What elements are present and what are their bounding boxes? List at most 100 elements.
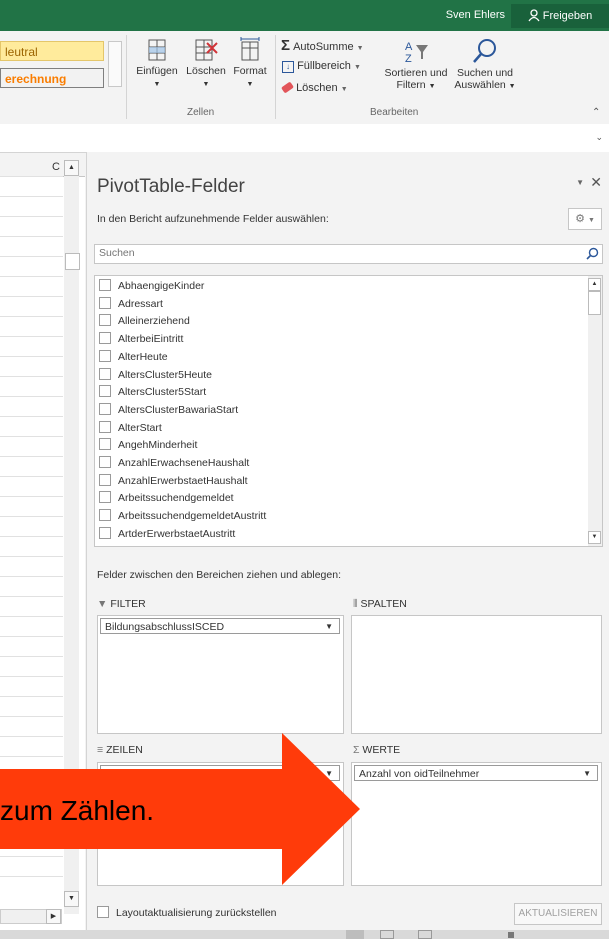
pane-subtitle: In den Bericht aufzunehmende Felder ausw… bbox=[97, 213, 329, 225]
checkbox-icon[interactable] bbox=[99, 438, 111, 451]
page-layout-icon[interactable] bbox=[380, 930, 394, 939]
field-item[interactable]: ArbeitssuchendgemeldetAustritt bbox=[99, 508, 266, 525]
field-item[interactable]: Alleinerziehend bbox=[99, 313, 190, 330]
checkbox-icon[interactable] bbox=[99, 332, 111, 345]
scroll-right-icon[interactable]: ▶ bbox=[46, 909, 61, 924]
grid-line bbox=[0, 236, 63, 237]
scroll-up-icon[interactable]: ▲ bbox=[64, 160, 79, 176]
checkbox-icon[interactable] bbox=[99, 420, 111, 433]
values-item[interactable]: Anzahl von oidTeilnehmer ▼ bbox=[354, 765, 598, 781]
format-button[interactable]: Format ▼ bbox=[228, 37, 272, 89]
scroll-down-icon[interactable]: ▼ bbox=[64, 891, 79, 907]
page-break-icon[interactable] bbox=[418, 930, 432, 939]
checkbox-icon[interactable] bbox=[99, 509, 111, 522]
find-select-button[interactable]: Suchen und Auswählen ▼ bbox=[452, 37, 518, 91]
checkbox-icon[interactable] bbox=[99, 314, 111, 327]
field-item[interactable]: Arbeitssuchendgemeldet bbox=[99, 490, 234, 507]
checkbox-icon[interactable] bbox=[99, 296, 111, 309]
share-button[interactable]: Freigeben bbox=[511, 4, 609, 28]
field-item-label: AlterbeiEintritt bbox=[118, 333, 184, 346]
chevron-down-icon[interactable]: ▼ bbox=[325, 619, 333, 635]
checkbox-icon[interactable] bbox=[99, 456, 111, 468]
field-item[interactable]: AnzahlErwerbstaetHaushalt bbox=[99, 473, 248, 490]
grid-line bbox=[0, 376, 63, 377]
field-item[interactable]: AltersCluster5Start bbox=[99, 384, 206, 401]
checkbox-icon[interactable] bbox=[99, 279, 111, 291]
field-item[interactable]: AltersClusterBawariaStart bbox=[99, 402, 238, 419]
fill-down-icon: ↓ bbox=[282, 61, 294, 73]
grid-line bbox=[0, 336, 63, 337]
person-icon bbox=[528, 9, 540, 22]
grid-line bbox=[0, 456, 63, 457]
chevron-down-icon[interactable]: ▼ bbox=[583, 766, 591, 782]
style-neutral[interactable]: leutral bbox=[0, 41, 104, 61]
checkbox-icon[interactable] bbox=[99, 349, 111, 362]
values-item-label: Anzahl von oidTeilnehmer bbox=[359, 768, 480, 780]
scroll-thumb[interactable] bbox=[65, 253, 80, 270]
checkbox-icon[interactable] bbox=[99, 385, 111, 398]
checkbox-icon[interactable] bbox=[99, 491, 111, 504]
grid-line bbox=[0, 476, 63, 477]
user-name[interactable]: Sven Ehlers bbox=[446, 9, 505, 21]
ribbon: leutral erechnung Einfügen ▼ Löschen ▼ For… bbox=[0, 31, 609, 125]
grid-line bbox=[0, 416, 63, 417]
tools-button[interactable]: ⚙ ▼ bbox=[568, 208, 602, 230]
columns-area[interactable] bbox=[351, 615, 602, 734]
values-area-header: Σ WERTE bbox=[353, 744, 400, 756]
checkbox-icon[interactable] bbox=[99, 367, 111, 380]
field-item[interactable]: AnzahlErwachseneHaushalt bbox=[99, 455, 249, 472]
grid-line bbox=[0, 436, 63, 437]
grid-line bbox=[0, 276, 63, 277]
normal-view-icon[interactable] bbox=[346, 930, 364, 939]
checkbox-icon[interactable] bbox=[99, 473, 111, 486]
clear-label: Löschen bbox=[296, 82, 338, 94]
field-item[interactable]: AngehMinderheit bbox=[99, 437, 197, 454]
search-input[interactable] bbox=[95, 245, 573, 261]
formula-bar[interactable]: ⌄ bbox=[0, 124, 609, 153]
field-item[interactable]: AlterStart bbox=[99, 420, 162, 437]
field-item-label: AbhaengigeKinder bbox=[118, 280, 205, 292]
svg-text:Z: Z bbox=[405, 53, 412, 65]
grid-line bbox=[0, 356, 63, 357]
fill-button[interactable]: ↓ Füllbereich ▼ bbox=[282, 60, 361, 73]
filter-icon: ▼ bbox=[97, 598, 108, 610]
columns-label: SPALTEN bbox=[360, 598, 407, 610]
search-box[interactable] bbox=[94, 244, 603, 264]
update-button[interactable]: AKTUALISIEREN bbox=[514, 903, 602, 925]
pane-options-icon[interactable]: ▼ bbox=[576, 178, 584, 187]
grid-line bbox=[0, 656, 63, 657]
insert-cells-icon bbox=[148, 39, 166, 61]
field-item-label: AnzahlErwerbstaetHaushalt bbox=[118, 474, 248, 487]
field-item[interactable]: AbhaengigeKinder bbox=[99, 278, 204, 295]
field-item[interactable]: AltersCluster5Heute bbox=[99, 367, 212, 384]
scroll-down-icon[interactable]: ▼ bbox=[588, 531, 601, 544]
divider bbox=[126, 35, 127, 119]
expand-formula-icon[interactable]: ⌄ bbox=[595, 132, 603, 143]
autosum-button[interactable]: Σ AutoSumme ▼ bbox=[281, 37, 364, 54]
filter-item[interactable]: BildungsabschlussISCED ▼ bbox=[100, 618, 340, 634]
search-icon bbox=[473, 39, 496, 63]
close-icon[interactable]: ✕ bbox=[590, 174, 602, 191]
clear-button[interactable]: Löschen ▼ bbox=[280, 81, 348, 94]
styles-scroll[interactable] bbox=[108, 41, 122, 87]
column-header-c[interactable]: C bbox=[52, 161, 60, 173]
search-icon[interactable] bbox=[586, 247, 599, 260]
checkbox-icon[interactable] bbox=[99, 402, 111, 415]
checkbox-icon[interactable] bbox=[99, 526, 111, 539]
field-item[interactable]: Adressart bbox=[99, 296, 163, 313]
insert-button[interactable]: Einfügen ▼ bbox=[132, 37, 182, 89]
field-list-scrollbar[interactable] bbox=[588, 276, 602, 546]
defer-update-checkbox[interactable]: Layoutaktualisierung zurückstellen bbox=[97, 906, 277, 919]
style-calculation[interactable]: erechnung bbox=[0, 68, 104, 88]
zoom-slider-handle[interactable] bbox=[508, 932, 514, 938]
delete-button[interactable]: Löschen ▼ bbox=[184, 37, 228, 89]
checkbox-icon[interactable] bbox=[97, 906, 109, 918]
sort-filter-button[interactable]: AZ Sortieren und Filtern ▼ bbox=[380, 39, 452, 91]
chevron-down-icon: ▼ bbox=[246, 81, 254, 88]
field-list-scroll-thumb[interactable] bbox=[588, 291, 601, 315]
field-item[interactable]: AlterbeiEintritt bbox=[99, 331, 183, 348]
scroll-up-icon[interactable]: ▲ bbox=[588, 278, 601, 291]
field-item[interactable]: AlterHeute bbox=[99, 349, 168, 366]
collapse-ribbon-icon[interactable]: ⌃ bbox=[592, 107, 600, 118]
field-item[interactable]: ArtderErwerbstaetAustritt bbox=[99, 526, 235, 543]
